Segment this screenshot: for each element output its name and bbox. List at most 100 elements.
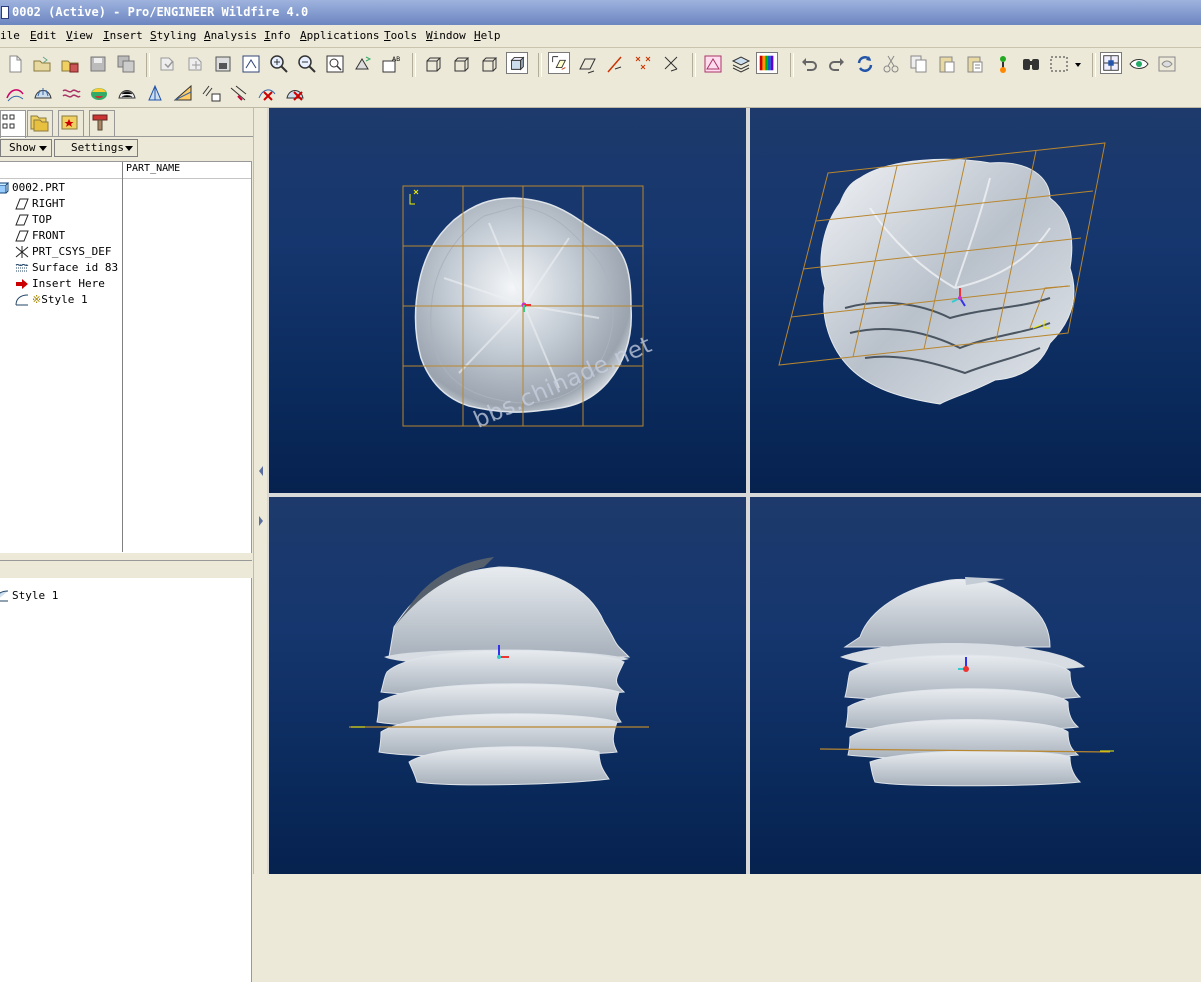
zoom-in-icon[interactable] (268, 53, 290, 75)
regen-manager-icon[interactable] (184, 53, 206, 75)
model-tree: PART_NAME 0002.PRT RIGHT TOP FRONT PRT_C… (0, 161, 252, 553)
menu-help[interactable]: Help (474, 25, 501, 47)
toolbar-separator (538, 53, 542, 77)
title-bar: 0002 (Active) - Pro/ENGINEER Wildfire 4.… (0, 0, 1201, 25)
navigator-panel: Show Settings PART_NAME 0002.PRT RIGHT T… (0, 108, 253, 982)
save-icon[interactable] (87, 53, 109, 75)
delete-analysis-icon[interactable] (256, 82, 278, 104)
zoom-out-icon[interactable] (296, 53, 318, 75)
wireframe-icon[interactable] (422, 53, 444, 75)
style-feature-icon (0, 590, 9, 602)
view-manager-icon[interactable] (702, 53, 724, 75)
refit-icon[interactable] (324, 53, 346, 75)
new-file-icon[interactable] (4, 53, 26, 75)
dihedral-analysis-icon[interactable] (228, 82, 250, 104)
column-divider[interactable] (122, 162, 123, 552)
hidden-line-icon[interactable] (450, 53, 472, 75)
reorient-icon[interactable] (352, 53, 374, 75)
menu-styling[interactable]: Styling (150, 25, 196, 47)
chevron-down-icon (39, 146, 47, 151)
saved-views-icon[interactable] (212, 53, 234, 75)
delete-all-analysis-icon[interactable] (284, 82, 306, 104)
draft-analysis-icon[interactable] (144, 82, 166, 104)
csys-display-icon[interactable] (660, 53, 682, 75)
menu-edit[interactable]: Edit (30, 25, 57, 47)
datum-point-icon[interactable] (632, 53, 654, 75)
appearance-gallery-icon[interactable] (756, 52, 778, 74)
no-hidden-icon[interactable] (478, 53, 500, 75)
point-display-icon[interactable] (604, 53, 626, 75)
collapse-left-icon[interactable] (257, 464, 265, 478)
visibility-eye-icon[interactable] (1128, 53, 1150, 75)
secondary-pane-header (0, 560, 252, 579)
menu-insert[interactable]: Insert (103, 25, 143, 47)
datum-plane-icon (15, 230, 29, 242)
view-top[interactable] (269, 108, 746, 493)
navigator-sash[interactable] (253, 108, 268, 874)
model-tree-icon (2, 114, 15, 129)
insert-arrow-icon (16, 279, 28, 289)
menu-analysis[interactable]: Analysis (204, 25, 257, 47)
save-copy-icon[interactable] (115, 53, 137, 75)
reflection-analysis-icon[interactable] (116, 82, 138, 104)
cut-icon[interactable] (880, 53, 902, 75)
model-right-view (819, 577, 1114, 787)
paste-icon[interactable] (936, 53, 958, 75)
edit-definition-icon[interactable] (992, 53, 1014, 75)
app-icon (1, 6, 9, 19)
section-analysis-icon[interactable] (60, 82, 82, 104)
regenerate-icon[interactable] (156, 53, 178, 75)
window-title: 0002 (Active) - Pro/ENGINEER Wildfire 4.… (12, 5, 309, 19)
menu-view[interactable]: View (66, 25, 93, 47)
settings-dropdown[interactable]: Settings (54, 139, 138, 157)
selection-box-icon[interactable] (1048, 53, 1070, 75)
tab-favorites[interactable] (58, 110, 84, 136)
chevron-down-icon (125, 146, 133, 151)
main-toolbar: AB (0, 48, 1201, 80)
shading-icon[interactable] (506, 52, 528, 74)
find-icon[interactable] (1020, 53, 1042, 75)
toolbar-separator (1092, 53, 1096, 77)
tab-connections[interactable] (89, 110, 115, 136)
datum-plane-display-icon[interactable] (548, 52, 570, 74)
model-isometric-view (778, 142, 1106, 405)
tab-model-tree[interactable] (0, 110, 26, 138)
open-folder-icon[interactable] (31, 53, 53, 75)
expand-right-icon[interactable] (257, 514, 265, 528)
regenerate-model-icon[interactable] (854, 53, 876, 75)
settings-dropdown-label: Settings (71, 141, 124, 154)
slope-analysis-icon[interactable] (172, 82, 194, 104)
selection-dropdown-icon[interactable] (1072, 53, 1084, 75)
menu-window[interactable]: Window (426, 25, 466, 47)
layers-icon[interactable] (730, 53, 752, 75)
offset-analysis-icon[interactable] (200, 82, 222, 104)
menu-tools[interactable]: Tools (384, 25, 417, 47)
view-front[interactable] (269, 497, 746, 874)
shaded-curvature-icon[interactable] (88, 82, 110, 104)
model-front-view (349, 557, 649, 786)
connections-icon (92, 114, 108, 131)
column-header-part-name[interactable]: PART_NAME (126, 163, 180, 174)
undo-icon[interactable] (798, 53, 820, 75)
view-right[interactable] (750, 497, 1201, 874)
model-tree-toggle-icon[interactable] (1100, 52, 1122, 74)
show-dropdown[interactable]: Show (0, 139, 52, 157)
menu-info[interactable]: Info (264, 25, 291, 47)
spin-center-icon[interactable]: AB (380, 53, 402, 75)
surface-curvature-icon[interactable] (32, 82, 54, 104)
curve-analysis-icon[interactable] (4, 82, 26, 104)
tab-folder-browser[interactable] (27, 110, 53, 136)
favorites-icon (61, 115, 78, 130)
copy-icon[interactable] (908, 53, 930, 75)
paste-special-icon[interactable] (964, 53, 986, 75)
select-working-dir-icon[interactable] (59, 53, 81, 75)
redraw-icon[interactable] (240, 53, 262, 75)
display-control-icon[interactable] (1156, 53, 1178, 75)
datum-axis-display-icon[interactable] (576, 53, 598, 75)
menu-file[interactable]: ile (0, 25, 20, 47)
graphics-window[interactable] (267, 108, 1201, 874)
menu-applications[interactable]: Applications (300, 25, 379, 47)
menu-bar: ile Edit View Insert Styling Analysis In… (0, 25, 1201, 48)
view-isometric[interactable] (750, 108, 1201, 493)
redo-icon[interactable] (826, 53, 848, 75)
